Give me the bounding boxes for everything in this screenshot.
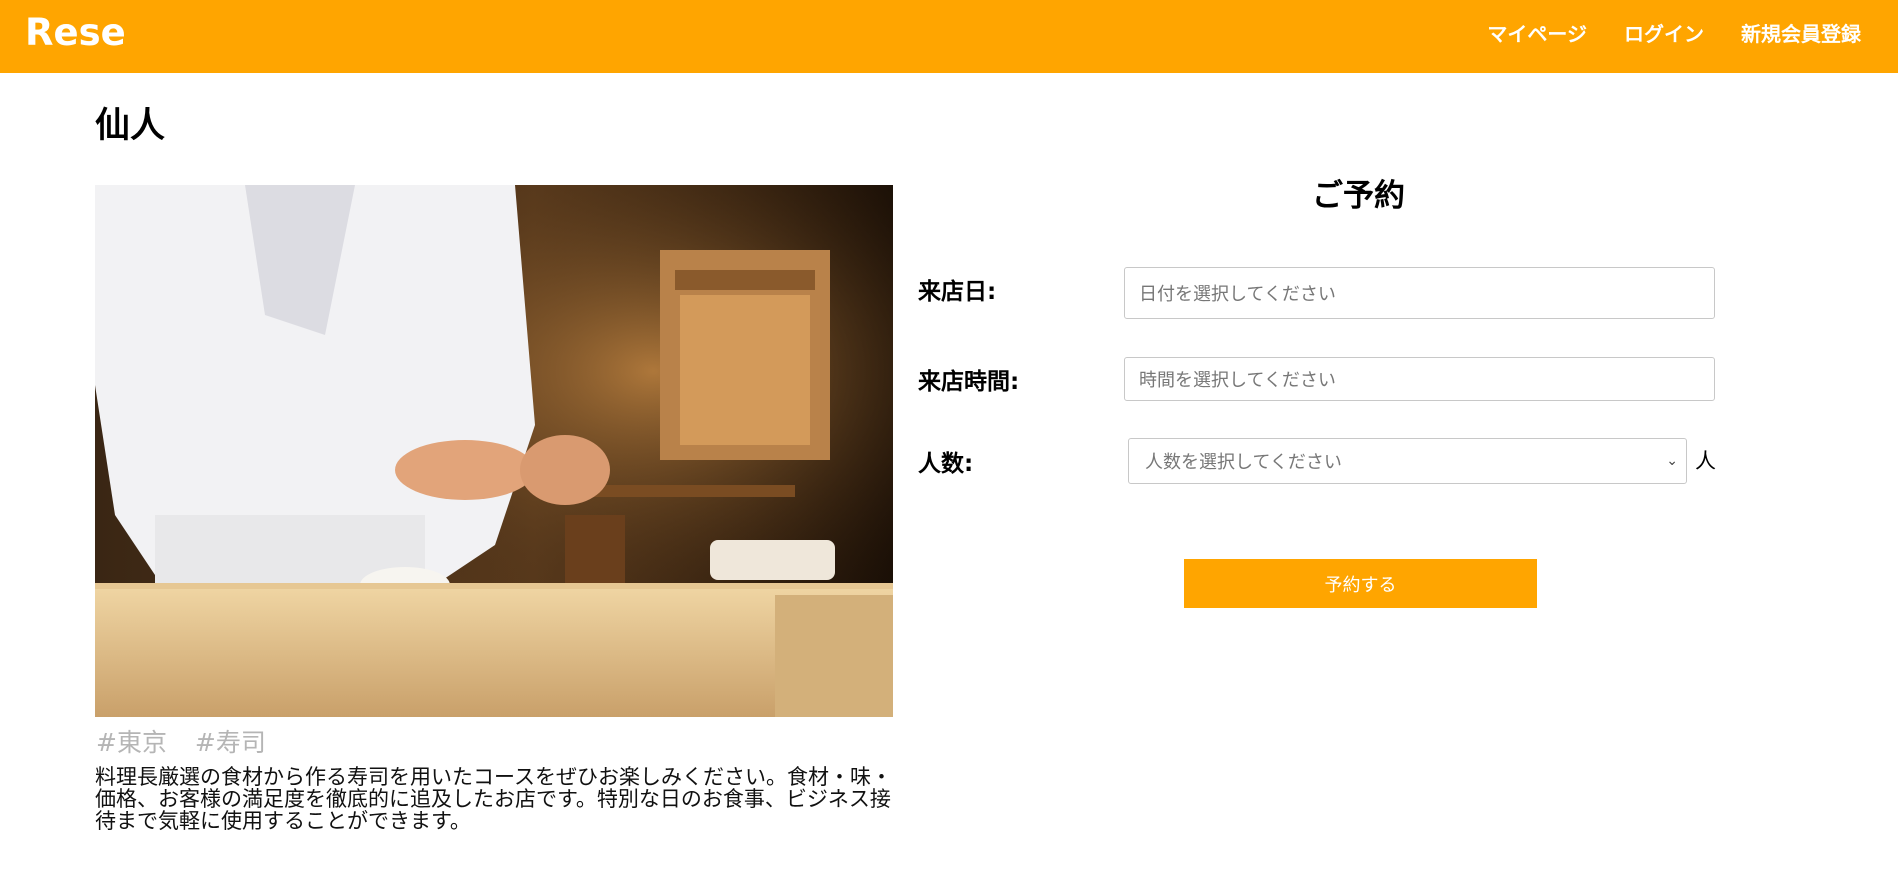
people-select[interactable]: 人数を選択してください ⌄ <box>1128 438 1687 484</box>
app-header: Rese マイページ ログイン 新規会員登録 <box>0 0 1898 73</box>
nav-login-link[interactable]: ログイン <box>1624 22 1704 46</box>
nav-mypage-link[interactable]: マイページ <box>1487 22 1587 46</box>
logo[interactable]: Rese <box>25 10 126 56</box>
people-unit: 人 <box>1695 449 1716 473</box>
area-tag: #東京 <box>96 728 167 757</box>
top-nav: マイページ ログイン 新規会員登録 <box>1450 22 1861 46</box>
shop-name: 仙人 <box>95 106 166 146</box>
reserve-button[interactable]: 予約する <box>1184 559 1537 608</box>
nav-register-link[interactable]: 新規会員登録 <box>1741 22 1861 46</box>
time-label: 来店時間: <box>918 369 1020 395</box>
reservation-title: ご予約 <box>1312 178 1405 214</box>
people-label: 人数: <box>918 451 974 477</box>
date-label: 来店日: <box>918 279 997 305</box>
shop-description: 料理長厳選の食材から作る寿司を用いたコースをぜひお楽しみください。食材・味・価格… <box>95 765 892 833</box>
shop-image <box>95 185 893 717</box>
people-select-value: 人数を選択してください <box>1145 452 1342 473</box>
chevron-down-icon: ⌄ <box>1666 453 1678 469</box>
shop-tags: #東京 #寿司 <box>96 728 286 758</box>
date-input[interactable]: 日付を選択してください <box>1124 267 1715 319</box>
time-input[interactable]: 時間を選択してください <box>1124 357 1715 401</box>
genre-tag: #寿司 <box>194 728 266 757</box>
